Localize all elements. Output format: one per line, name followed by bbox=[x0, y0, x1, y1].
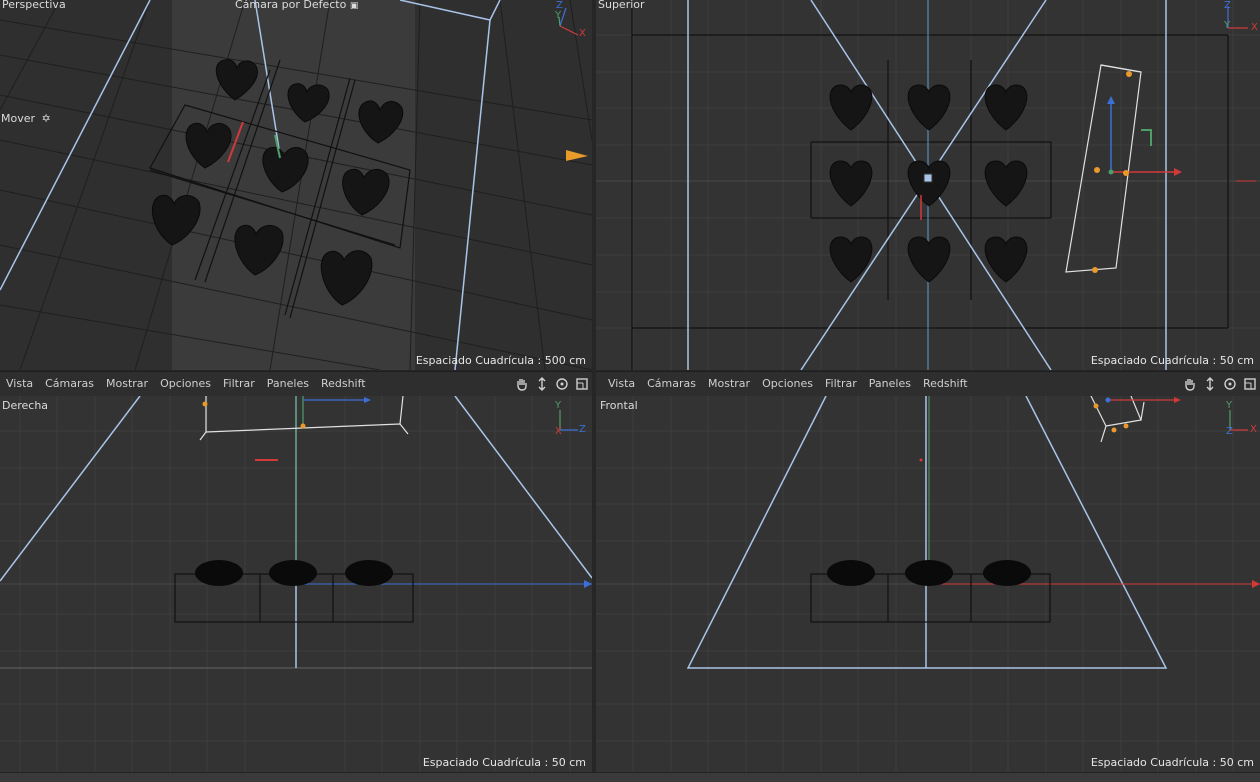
axis-label-y: Y bbox=[555, 10, 562, 21]
axis-label-y-front: Y bbox=[1226, 400, 1233, 411]
menu-vista[interactable]: Vista bbox=[0, 372, 39, 396]
axis-label-z-top: Z bbox=[1224, 0, 1231, 11]
menu-filtrar[interactable]: Filtrar bbox=[819, 372, 863, 396]
viewport-divider[interactable] bbox=[592, 0, 596, 781]
perspective-scene bbox=[0, 0, 592, 370]
axis-label-x-top: X bbox=[1251, 22, 1258, 33]
viewport-right[interactable]: Derecha Y X Z Espaciado Cuadrícula : 50 … bbox=[0, 396, 592, 772]
menu-paneles[interactable]: Paneles bbox=[863, 372, 917, 396]
menu-mostrar[interactable]: Mostrar bbox=[702, 372, 756, 396]
menubar-right-viewport: Vista Cámaras Mostrar Opciones Filtrar P… bbox=[0, 371, 592, 397]
camera-label: Cámara por Defecto bbox=[235, 0, 347, 11]
menu-camaras[interactable]: Cámaras bbox=[39, 372, 100, 396]
grid-spacing-perspective: Espaciado Cuadrícula : 500 cm bbox=[415, 354, 586, 367]
top-scene bbox=[596, 0, 1260, 370]
grid-spacing-top: Espaciado Cuadrícula : 50 cm bbox=[1090, 354, 1254, 367]
move-view-icon[interactable] bbox=[534, 376, 550, 392]
menu-list-front-viewport: Vista Cámaras Mostrar Opciones Filtrar P… bbox=[602, 372, 974, 396]
menu-filtrar[interactable]: Filtrar bbox=[217, 372, 261, 396]
axis-label-x: X bbox=[579, 28, 586, 39]
camera-target-icon[interactable] bbox=[923, 173, 933, 183]
viewport-perspective[interactable]: Perspectiva Cámara por Defecto ▣ Mover ✡… bbox=[0, 0, 592, 370]
viewport-title-perspective[interactable]: Perspectiva bbox=[2, 0, 66, 11]
menu-redshift[interactable]: Redshift bbox=[315, 372, 372, 396]
move-view-icon[interactable] bbox=[1202, 376, 1218, 392]
menubar-front-viewport: Vista Cámaras Mostrar Opciones Filtrar P… bbox=[596, 371, 1260, 397]
axis-label-y-top: Y bbox=[1224, 20, 1231, 31]
menu-vista[interactable]: Vista bbox=[602, 372, 641, 396]
nav-icons-right-viewport bbox=[514, 376, 590, 392]
rotate-view-icon[interactable] bbox=[1222, 376, 1238, 392]
maximize-view-icon[interactable] bbox=[574, 376, 590, 392]
pan-hand-icon[interactable] bbox=[1182, 376, 1198, 392]
menu-opciones[interactable]: Opciones bbox=[756, 372, 819, 396]
viewport-title-top[interactable]: Superior bbox=[598, 0, 645, 11]
menu-mostrar[interactable]: Mostrar bbox=[100, 372, 154, 396]
nav-icons-front-viewport bbox=[1182, 376, 1258, 392]
camera-icon: ▣ bbox=[349, 1, 359, 11]
rotate-view-icon[interactable] bbox=[554, 376, 570, 392]
grid-spacing-front: Espaciado Cuadrícula : 50 cm bbox=[1090, 756, 1254, 769]
viewport-title-right[interactable]: Derecha bbox=[2, 399, 48, 412]
axis-label-x-front: X bbox=[1250, 424, 1257, 435]
camera-selector[interactable]: Cámara por Defecto ▣ bbox=[235, 0, 358, 11]
viewport-top[interactable]: Superior Z Y X Espaciado Cuadrícula : 50… bbox=[596, 0, 1260, 370]
move-tool-icon: ✡ bbox=[41, 112, 51, 125]
axis-label-y-right: Y bbox=[555, 400, 562, 411]
menu-redshift[interactable]: Redshift bbox=[917, 372, 974, 396]
axis-label-z-right: Z bbox=[579, 424, 586, 435]
active-tool-label: Mover ✡ bbox=[1, 112, 51, 125]
grid-spacing-right: Espaciado Cuadrícula : 50 cm bbox=[422, 756, 586, 769]
axis-label-x-right: X bbox=[555, 426, 562, 437]
axis-label-z-front: Z bbox=[1226, 426, 1233, 437]
viewport-front[interactable]: Frontal Y Z X Espaciado Cuadrícula : 50 … bbox=[596, 396, 1260, 772]
viewport-title-front[interactable]: Frontal bbox=[600, 399, 638, 412]
menu-list-right-viewport: Vista Cámaras Mostrar Opciones Filtrar P… bbox=[0, 372, 372, 396]
light-marker-icon[interactable] bbox=[566, 150, 588, 161]
tool-name: Mover bbox=[1, 112, 36, 125]
menu-paneles[interactable]: Paneles bbox=[261, 372, 315, 396]
menu-camaras[interactable]: Cámaras bbox=[641, 372, 702, 396]
maximize-view-icon[interactable] bbox=[1242, 376, 1258, 392]
right-scene bbox=[0, 396, 592, 772]
pan-hand-icon[interactable] bbox=[514, 376, 530, 392]
front-scene bbox=[596, 396, 1260, 772]
menu-opciones[interactable]: Opciones bbox=[154, 372, 217, 396]
